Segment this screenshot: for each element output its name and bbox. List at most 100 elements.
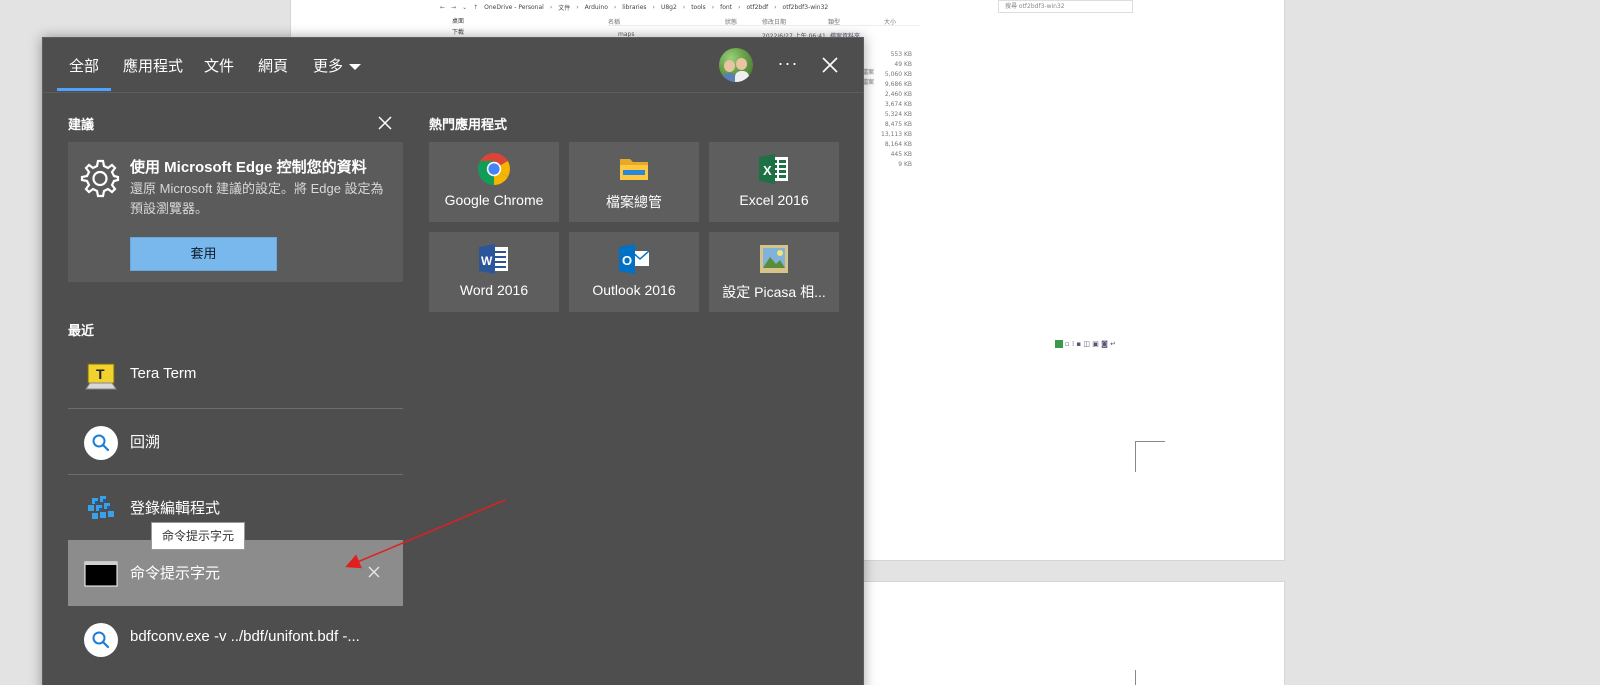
tab-all[interactable]: 全部 (69, 55, 99, 76)
tab-web[interactable]: 網頁 (258, 55, 288, 76)
file-size: 5,060 KB (884, 71, 912, 78)
recent-item-label: Tera Term (130, 365, 197, 382)
close-icon (378, 116, 392, 130)
apply-button[interactable]: 套用 (130, 237, 277, 271)
recent-heading: 最近 (68, 323, 95, 338)
breadcrumb-segment[interactable]: U8g2 (661, 4, 677, 11)
app-tile-word[interactable]: W Word 2016 (429, 232, 559, 312)
dismiss-suggestions-button[interactable] (375, 113, 395, 133)
file-size: 8,475 KB (884, 121, 912, 128)
recent-item-label: bdfconv.exe -v ../bdf/unifont.bdf -... (130, 628, 360, 645)
breadcrumb-segment[interactable]: 文件 (558, 3, 570, 12)
file-size: 13,113 KB (881, 131, 912, 138)
outlook-icon: O (619, 244, 650, 274)
recent-item-search-history[interactable]: 回溯 (68, 409, 403, 475)
breadcrumb-segment[interactable]: otf2bdf (746, 4, 768, 11)
inline-image-icon (1055, 340, 1063, 348)
file-explorer-icon (620, 159, 648, 180)
suggestion-description: 還原 Microsoft 建議的設定。將 Edge 設定為預設瀏覽器。 (130, 181, 384, 216)
app-tile-picasa[interactable]: 設定 Picasa 相... (709, 232, 839, 312)
picasa-icon (760, 245, 788, 273)
recent-item-label: 回溯 (130, 434, 161, 451)
explorer-nav-pane: 桌面 下載 (452, 16, 464, 38)
explorer-search-input[interactable]: 搜尋 otf2bdf3-win32 (998, 0, 1133, 13)
svg-text:T: T (96, 366, 105, 382)
close-button[interactable] (815, 50, 845, 80)
tab-apps[interactable]: 應用程式 (123, 55, 183, 76)
close-icon (368, 566, 380, 578)
breadcrumb-segment[interactable]: OneDrive - Personal (484, 4, 544, 11)
breadcrumb-segment[interactable]: tools (691, 4, 706, 11)
app-tile-label: 檔案總管 (606, 194, 662, 210)
excel-icon: X (759, 154, 788, 184)
app-tile-label: Word 2016 (459, 282, 529, 298)
page-crop-mark (1135, 670, 1136, 685)
tab-more-label: 更多 (313, 58, 344, 75)
document-formatting-marks: ▫ ⁞ ▪ ◫ ▣ ◙ ↵ (1055, 340, 1116, 348)
file-size: 445 KB (890, 151, 912, 158)
app-tile-outlook[interactable]: O Outlook 2016 (569, 232, 699, 312)
close-icon (822, 57, 838, 73)
nav-item-desktop[interactable]: 桌面 (452, 16, 464, 27)
file-size: 49 KB (894, 61, 912, 68)
app-tile-label: Excel 2016 (739, 192, 809, 208)
suggestion-card: 使用 Microsoft Edge 控制您的資料 還原 Microsoft 建議… (68, 142, 403, 282)
file-size: 553 KB (890, 51, 912, 58)
up-arrow-icon[interactable]: ↑ (473, 4, 478, 11)
word-icon: W (479, 244, 508, 274)
suggestion-title: 使用 Microsoft Edge 控制您的資料 (130, 159, 367, 176)
app-tile-label: Google Chrome (444, 192, 544, 208)
file-size: 2,460 KB (884, 91, 912, 98)
breadcrumb-segment[interactable]: libraries (622, 4, 646, 11)
column-header-size[interactable]: 大小 (884, 17, 896, 26)
app-tile-label: Outlook 2016 (592, 282, 676, 298)
tab-more[interactable]: 更多 (313, 55, 362, 76)
active-tab-indicator (57, 88, 111, 91)
forward-arrow-icon[interactable]: → (451, 4, 456, 11)
chrome-icon (478, 153, 510, 185)
chevron-down-icon (349, 64, 362, 71)
breadcrumb-segment[interactable]: Arduino (585, 4, 608, 11)
column-header-name[interactable]: 名稱 (608, 17, 620, 26)
recent-item-tera-term[interactable]: T Tera Term (68, 343, 403, 409)
file-size-column: 553 KB 49 KB 5,060 KB 9,686 KB 2,460 KB … (880, 50, 912, 170)
top-apps-heading: 熱門應用程式 (429, 117, 508, 132)
search-icon (84, 623, 118, 657)
app-tile-chrome[interactable]: Google Chrome (429, 142, 559, 222)
svg-text:O: O (622, 253, 632, 268)
remove-from-recent-button[interactable] (366, 564, 382, 580)
tooltip: 命令提示字元 (151, 522, 246, 550)
recent-item-label: 命令提示字元 (130, 565, 221, 582)
search-filter-bar: 全部 應用程式 文件 網頁 更多 ··· (43, 38, 863, 93)
file-size: 9,686 KB (884, 81, 912, 88)
file-size: 9 KB (898, 161, 912, 168)
back-arrow-icon[interactable]: ← (440, 4, 445, 11)
breadcrumb-segment[interactable]: otf2bdf3-win32 (783, 4, 829, 11)
user-avatar[interactable] (719, 48, 753, 82)
more-options-button[interactable]: ··· (773, 50, 803, 80)
gear-icon (80, 159, 120, 198)
svg-text:X: X (763, 163, 772, 178)
explorer-column-headers: 名稱 狀態 修改日期 類型 大小 (608, 16, 920, 26)
search-start-menu: 全部 應用程式 文件 網頁 更多 ··· 建議 使用 Microsoft Edg… (42, 37, 864, 685)
column-header-type[interactable]: 類型 (828, 17, 840, 26)
svg-text:W: W (481, 254, 493, 268)
registry-editor-icon (88, 496, 114, 519)
column-header-date[interactable]: 修改日期 (762, 17, 786, 26)
tera-term-icon: T (85, 363, 117, 390)
search-icon (84, 426, 118, 460)
command-prompt-icon (84, 561, 118, 587)
file-size: 3,674 KB (884, 101, 912, 108)
page-crop-mark (1135, 441, 1165, 472)
recent-item-label: 登錄編輯程式 (130, 500, 221, 517)
recent-locations-icon[interactable]: ⌄ (462, 4, 467, 11)
app-tile-excel[interactable]: X Excel 2016 (709, 142, 839, 222)
app-tile-file-explorer[interactable]: 檔案總管 (569, 142, 699, 222)
tab-documents[interactable]: 文件 (204, 55, 234, 76)
file-size: 8,164 KB (884, 141, 912, 148)
breadcrumb-segment[interactable]: font (720, 4, 732, 11)
app-tile-label: 設定 Picasa 相... (722, 284, 826, 300)
recent-item-search-bdfconv[interactable]: bdfconv.exe -v ../bdf/unifont.bdf -... (68, 606, 403, 672)
file-size: 5,324 KB (884, 111, 912, 118)
column-header-status[interactable]: 狀態 (725, 17, 737, 26)
